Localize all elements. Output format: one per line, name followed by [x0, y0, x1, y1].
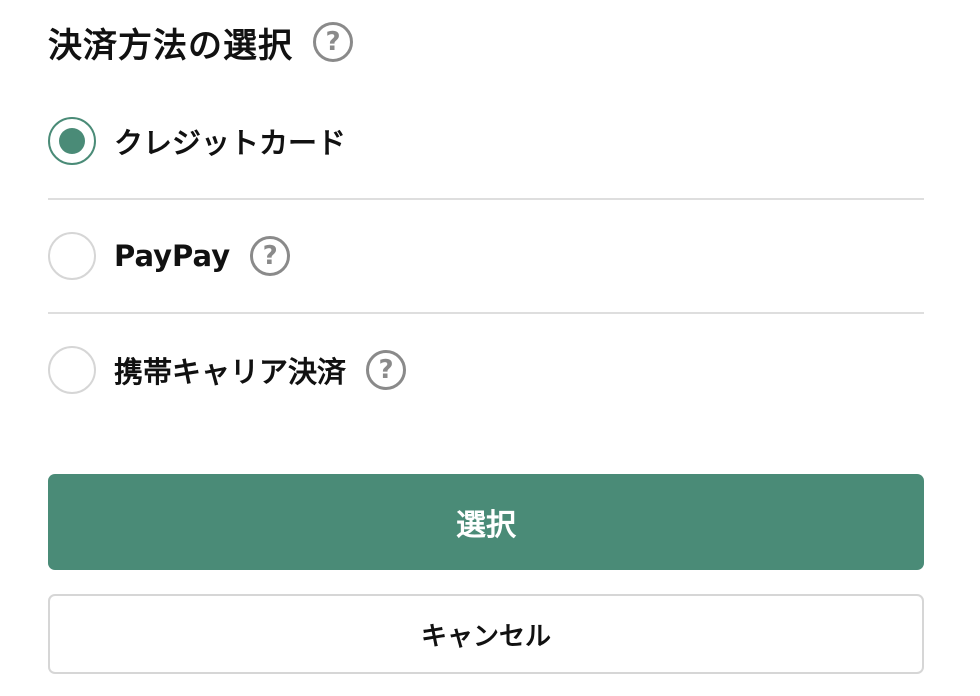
- radio-carrier-billing[interactable]: [48, 346, 96, 394]
- select-button[interactable]: 選択: [48, 474, 924, 570]
- payment-option-carrier-billing[interactable]: 携帯キャリア決済 ?: [48, 312, 924, 426]
- payment-options-list: クレジットカード PayPay ? 携帯キャリア決済 ?: [48, 84, 924, 426]
- page-title: 決済方法の選択: [48, 25, 293, 66]
- option-label-carrier-billing: 携帯キャリア決済: [114, 355, 347, 389]
- cancel-button[interactable]: キャンセル: [48, 594, 924, 674]
- payment-method-dialog: 決済方法の選択 ? クレジットカード PayPay ? 携帯キャリア決済 ? 選…: [0, 0, 980, 696]
- option-label-paypay: PayPay: [114, 239, 231, 273]
- payment-option-paypay[interactable]: PayPay ?: [48, 198, 924, 312]
- radio-paypay[interactable]: [48, 232, 96, 280]
- help-question-icon[interactable]: ?: [313, 22, 353, 62]
- radio-credit-card[interactable]: [48, 117, 96, 165]
- payment-option-credit-card[interactable]: クレジットカード: [48, 84, 924, 198]
- carrier-billing-help-question-icon[interactable]: ?: [366, 350, 407, 390]
- option-label-credit-card: クレジットカード: [114, 126, 347, 160]
- paypay-help-question-icon[interactable]: ?: [250, 236, 291, 276]
- radio-selected-dot: [59, 128, 85, 154]
- title-row: 決済方法の選択 ?: [48, 16, 353, 68]
